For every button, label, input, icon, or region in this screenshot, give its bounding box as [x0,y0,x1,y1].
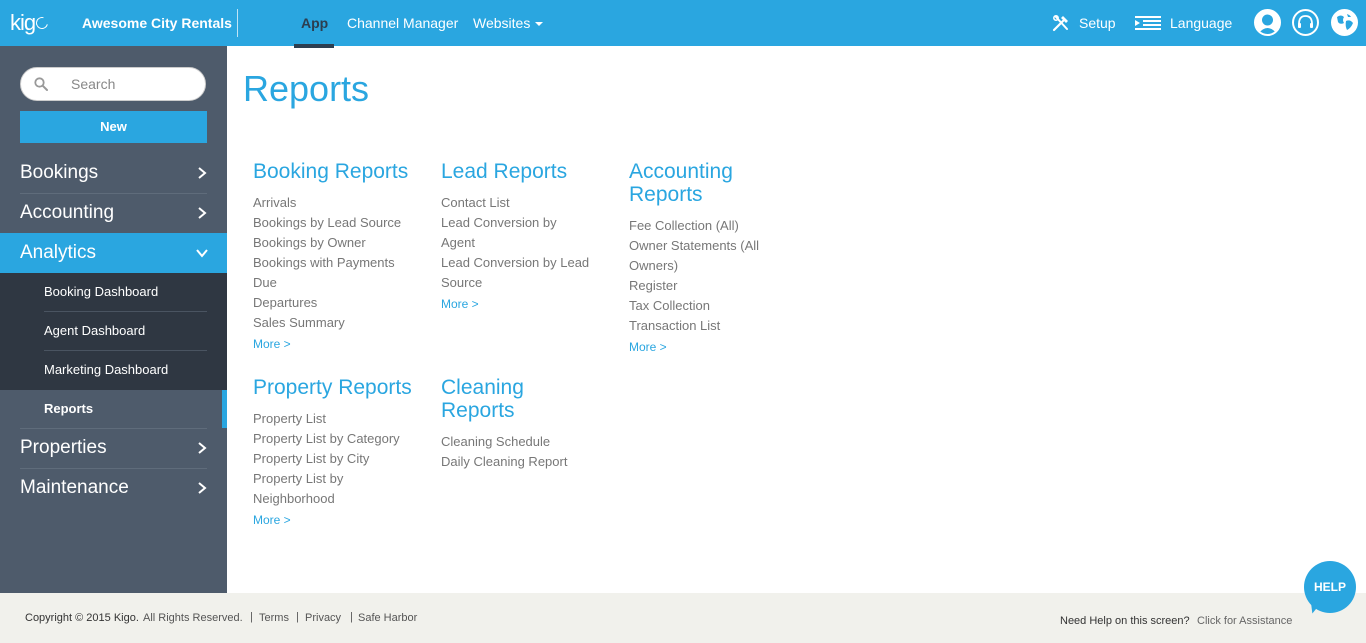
search-input[interactable] [71,74,199,94]
sidebar-item-maintenance[interactable]: Maintenance [0,468,227,508]
report-link[interactable]: Owners) [629,256,678,276]
help-question-text: Need Help on this screen? [1060,615,1190,627]
analytics-submenu: Booking Dashboard Agent Dashboard Market… [0,273,227,390]
report-link[interactable]: Property List by [253,469,343,489]
report-link[interactable]: Due [253,273,277,293]
help-bubble-button[interactable]: HELP [1303,561,1356,616]
sidebar-item-label: Maintenance [20,477,129,498]
lead-reports-heading: Lead Reports [441,160,568,183]
report-link[interactable]: Property List [253,409,326,429]
setup-tools-icon[interactable] [1052,14,1070,32]
support-button[interactable] [1292,9,1319,36]
sidebar-item-reports[interactable]: Reports [0,390,227,428]
sidebar-item-agent-dashboard[interactable]: Agent Dashboard [44,323,145,338]
submenu-divider [44,350,207,351]
chevron-right-icon [198,442,207,454]
footer-separator: | [296,611,299,623]
report-link[interactable]: Bookings with Payments [253,253,395,273]
report-link[interactable]: Lead Conversion by [441,213,557,233]
search-box[interactable] [20,67,206,101]
report-link[interactable]: Property List by Category [253,429,400,449]
sidebar-item-booking-dashboard[interactable]: Booking Dashboard [44,284,158,299]
sidebar-item-label: Bookings [20,162,99,183]
report-link[interactable]: Arrivals [253,193,296,213]
nav-app[interactable]: App [301,15,328,31]
copyright-text: Copyright © 2015 Kigo. [25,612,139,624]
chevron-right-icon [198,167,207,179]
submenu-divider [44,311,207,312]
booking-reports-more-link[interactable]: More > [253,337,291,351]
sidebar-item-label: Accounting [20,202,115,223]
click-for-assistance-link[interactable]: Click for Assistance [1197,615,1292,627]
cleaning-reports-heading-line2: Reports [441,399,515,422]
report-link[interactable]: Transaction List [629,316,720,336]
setup-link[interactable]: Setup [1079,15,1116,31]
new-button[interactable]: New [20,111,207,143]
nav-channel-manager[interactable]: Channel Manager [347,15,458,31]
support-headset-icon [1298,15,1313,28]
report-link[interactable]: Sales Summary [253,313,345,333]
caret-down-icon [535,22,544,26]
chevron-down-icon [196,249,208,258]
nav-websites[interactable]: Websites [473,15,544,31]
property-reports-more-link[interactable]: More > [253,513,291,527]
sidebar-item-label: Reports [44,401,94,416]
rights-text: All Rights Reserved. [143,612,243,624]
footer-separator: | [250,611,253,623]
report-link[interactable]: Cleaning Schedule [441,432,550,452]
chevron-right-icon [198,482,207,494]
language-link[interactable]: Language [1170,15,1232,31]
sidebar-item-analytics[interactable]: Analytics [0,233,227,273]
footer-separator: | [350,611,353,623]
sidebar-item-accounting[interactable]: Accounting [0,193,227,233]
sidebar-item-label: Properties [20,437,107,458]
sidebar-item-bookings[interactable]: Bookings [0,153,227,193]
report-link[interactable]: Bookings by Lead Source [253,213,401,233]
help-bubble-label: HELP [1313,580,1346,594]
nav-websites-label: Websites [473,15,531,31]
nav-app-active-indicator [294,44,334,48]
report-link[interactable]: Tax Collection [629,296,710,316]
top-bar: kig Awesome City Rentals App Channel Man… [0,0,1366,46]
footer: Copyright © 2015 Kigo. All Rights Reserv… [0,593,1366,643]
sidebar-item-label: Analytics [20,242,97,263]
reports-active-indicator [222,390,227,428]
user-button[interactable] [1254,9,1281,36]
accounting-reports-heading-line2: Reports [629,183,703,206]
accounting-reports-heading-line1: Accounting [629,160,733,183]
privacy-link[interactable]: Privacy [305,612,341,624]
report-link[interactable]: Fee Collection (All) [629,216,739,236]
safe-harbor-link[interactable]: Safe Harbor [358,612,417,624]
globe-icon [1337,14,1353,30]
report-link[interactable]: Agent [441,233,475,253]
property-reports-heading: Property Reports [253,376,412,399]
report-link[interactable]: Property List by City [253,449,369,469]
report-link[interactable]: Neighborhood [253,489,335,509]
report-link[interactable]: Lead Conversion by Lead [441,253,589,273]
globe-button[interactable] [1331,9,1358,36]
search-icon [34,77,48,91]
booking-reports-heading: Booking Reports [253,160,409,183]
topbar-divider [237,9,238,37]
language-icon[interactable] [1135,16,1161,30]
user-icon [1258,14,1277,34]
accounting-reports-more-link[interactable]: More > [629,340,667,354]
report-link[interactable]: Daily Cleaning Report [441,452,567,472]
sidebar-item-properties[interactable]: Properties [0,428,227,468]
sidebar-item-marketing-dashboard[interactable]: Marketing Dashboard [44,362,168,377]
report-link[interactable]: Owner Statements (All [629,236,759,256]
report-link[interactable]: Bookings by Owner [253,233,366,253]
chevron-right-icon [198,207,207,219]
report-link[interactable]: Register [629,276,677,296]
sidebar: New Bookings Accounting Analytics Bookin… [0,46,227,593]
report-link[interactable]: Source [441,273,482,293]
cleaning-reports-heading-line1: Cleaning [441,376,524,399]
terms-link[interactable]: Terms [259,612,289,624]
kigo-logo[interactable]: kig [10,10,51,36]
lead-reports-more-link[interactable]: More > [441,297,479,311]
report-link[interactable]: Contact List [441,193,510,213]
report-link[interactable]: Departures [253,293,317,313]
page-title: Reports [243,68,370,109]
company-name: Awesome City Rentals [82,15,232,31]
